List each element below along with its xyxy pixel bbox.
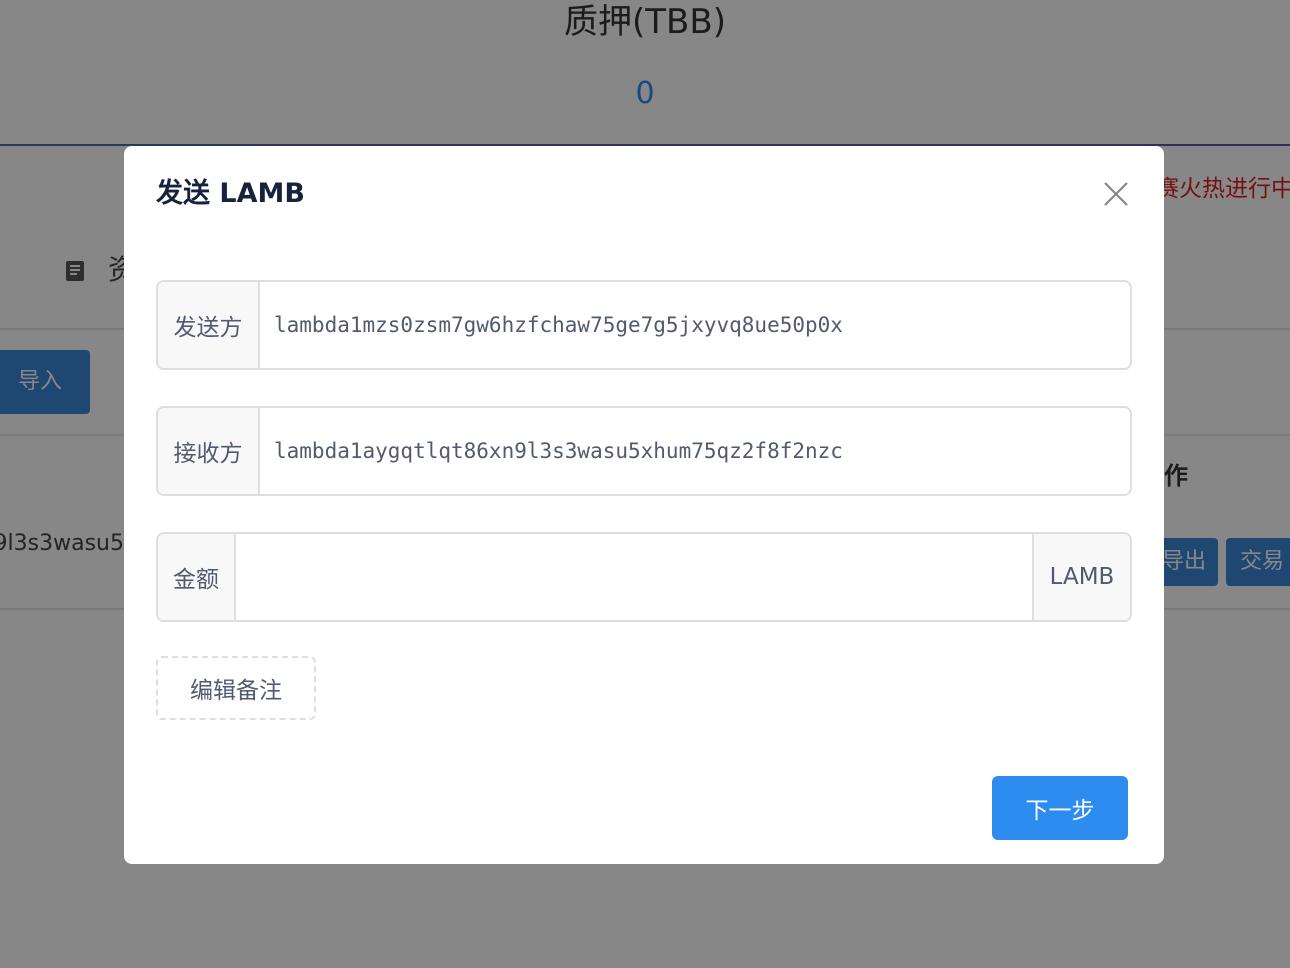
amount-unit: LAMB [1032, 534, 1130, 620]
edit-memo-button[interactable]: 编辑备注 [156, 656, 316, 720]
amount-input[interactable] [236, 534, 1032, 620]
amount-label: 金额 [158, 534, 236, 620]
amount-field: 金额 LAMB [156, 532, 1132, 622]
dialog-title: 发送 LAMB [156, 178, 305, 209]
sender-address: lambda1mzs0zsm7gw6hzfchaw75ge7g5jxyvq8ue… [274, 313, 843, 337]
recipient-address: lambda1aygqtlqt86xn9l3s3wasu5xhum75qz2f8… [274, 439, 843, 463]
sender-label: 发送方 [158, 282, 260, 368]
recipient-field: 接收方 lambda1aygqtlqt86xn9l3s3wasu5xhum75q… [156, 406, 1132, 496]
recipient-label: 接收方 [158, 408, 260, 494]
sender-field: 发送方 lambda1mzs0zsm7gw6hzfchaw75ge7g5jxyv… [156, 280, 1132, 370]
send-dialog: 发送 LAMB 发送方 lambda1mzs0zsm7gw6hzfchaw75g… [124, 146, 1164, 864]
close-icon[interactable] [1100, 178, 1132, 210]
next-step-button[interactable]: 下一步 [992, 776, 1128, 840]
